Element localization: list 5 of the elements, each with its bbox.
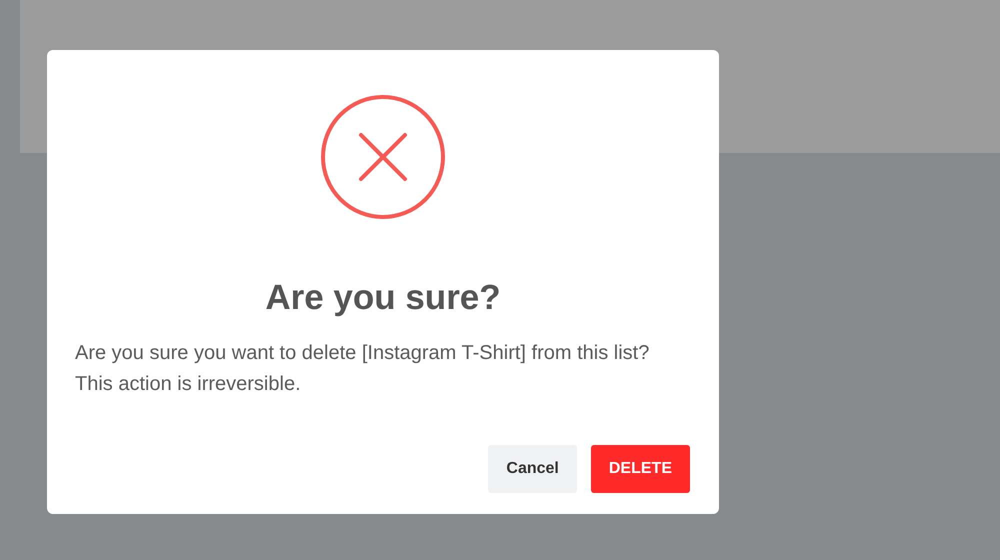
cancel-button[interactable]: Cancel <box>488 445 577 493</box>
delete-button[interactable]: DELETE <box>590 445 690 493</box>
dialog-message: Are you sure you want to delete [Instagram T-Shirt] from this list? This action is irreversible. <box>75 341 650 397</box>
dialog-title: Are you sure? <box>265 277 501 319</box>
error-icon <box>320 94 446 220</box>
